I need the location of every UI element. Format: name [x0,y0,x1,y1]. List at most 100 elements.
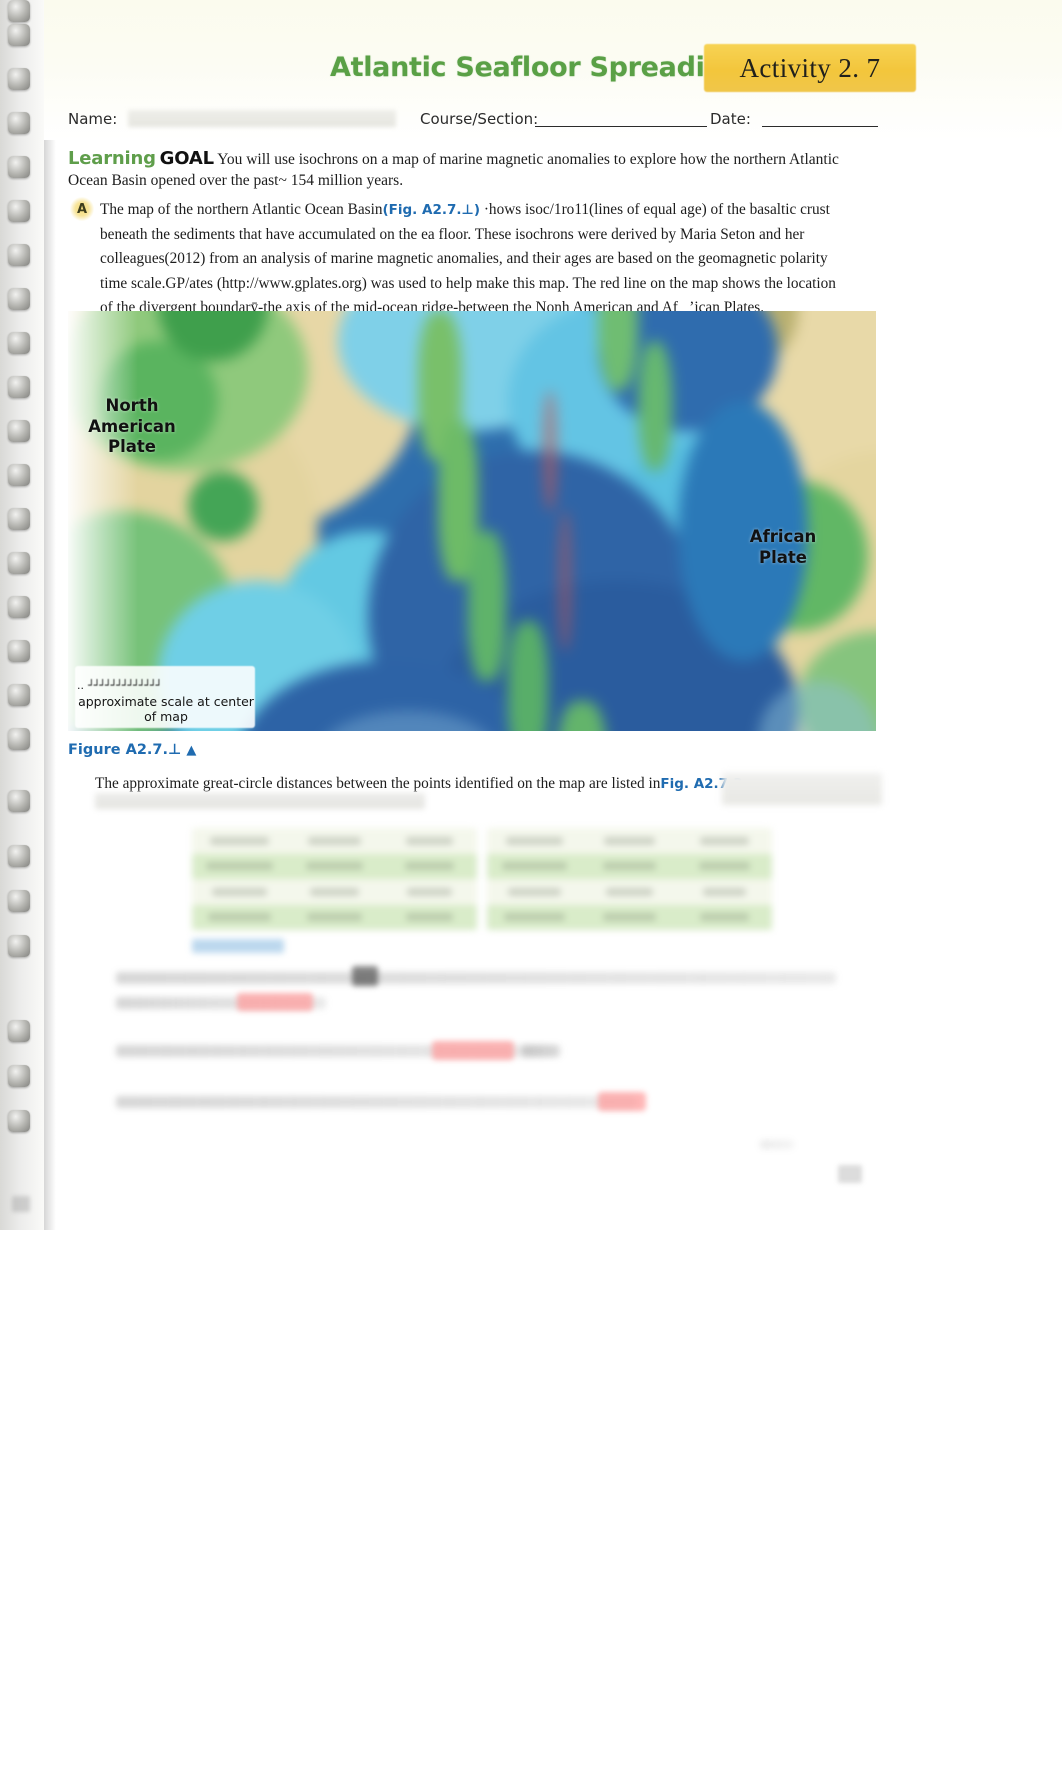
item-a-paragraph: The map of the northern Atlantic Ocean B… [100,198,845,321]
binder-ring [8,1110,30,1132]
binder-ring [8,288,30,310]
figure-reference-link[interactable]: (Fig. A2.7.⊥) [382,202,480,218]
table-cell [287,828,382,854]
binder-ring [8,508,30,530]
binder-ring [8,24,30,46]
item-a-text-body: ·hows isoc/1ro11(lines of equal age) of … [100,201,836,316]
question-text-redacted [116,1096,636,1108]
table-cell [192,854,287,880]
course-section-label: Course/Section: [420,110,539,128]
name-input[interactable] [128,110,396,127]
table-cell [382,854,477,880]
redacted-text-block [95,793,425,809]
table-row [192,853,477,880]
binder-ring [8,0,30,22]
table-cell [487,879,582,905]
scan-artifact-mark [12,1196,30,1212]
answer-highlight-pink [598,1092,646,1111]
binder-ring [8,200,30,222]
table-cell [192,879,287,905]
table-cell [582,879,677,905]
question-text-redacted [116,997,326,1009]
page-number-mark [838,1165,862,1183]
table-cell [677,905,772,931]
table-caption-redacted [192,939,284,953]
distance-table-right [487,828,772,930]
answer-highlight-pink [432,1041,514,1060]
table-cell [287,905,382,931]
table-row [192,828,477,854]
binder-ring [8,935,30,957]
map-label-north-american-plate: North American Plate [88,396,176,456]
figure-caption: Figure A2.7.⊥ ▲ [68,742,196,758]
date-input[interactable] [762,126,878,127]
table-cell [382,905,477,931]
table-cell [287,854,382,880]
table-row [487,828,772,854]
binder-ring [8,1065,30,1087]
table-cell [582,854,677,880]
answer-highlight-pink [237,993,313,1011]
item-a-badge: A [70,197,94,221]
binder-ring [8,68,30,90]
activity-badge-label: Activity 2. 7 [739,52,881,83]
binder-ring [8,552,30,574]
question-text-redacted [116,972,836,984]
question-text-redacted [522,1045,558,1057]
table-cell [487,905,582,931]
table-cell [582,828,677,854]
map-scale-ticks: ┘┘┘┘┘┘┘┘┘┘┘┘┘ [88,679,162,692]
great-circle-text: The approximate great-circle distances b… [95,775,661,792]
table-cell [192,828,287,854]
binder-edge-strip [0,0,44,1230]
table-cell [382,828,477,854]
table-cell [677,879,772,905]
item-a-text-lead: The map of the northern Atlantic Ocean B… [100,201,383,218]
triangle-up-icon: ▲ [186,743,197,758]
map-scale-caption: approximate scale at center of map [78,694,254,724]
table-cell [382,879,477,905]
redacted-text-block [722,773,882,805]
distance-table-left [192,828,477,930]
map-label-african-plate: African Plate [749,527,817,567]
table-cell [487,854,582,880]
binder-ring [8,112,30,134]
page-title: Atlantic Seafloor Spreading [330,52,743,83]
binder-ring [8,420,30,442]
table-cell [582,905,677,931]
table-cell [487,828,582,854]
binder-ring [8,640,30,662]
binder-ring [8,845,30,867]
page-artifact [760,1140,794,1149]
binder-ring [8,728,30,750]
binder-ring [8,1020,30,1042]
figure-caption-label: Figure A2.7.⊥ [68,742,182,758]
table-cell [677,854,772,880]
table-row [487,904,772,931]
table-cell [192,905,287,931]
binder-ring [8,156,30,178]
binder-ring [8,376,30,398]
page-edge-shadow [44,0,56,1230]
binder-ring [8,244,30,266]
table-row [192,904,477,931]
name-label: Name: [68,110,118,128]
learning-goal-heading-learning: Learning [68,148,156,169]
worksheet-page: Atlantic Seafloor Spreading Activity 2. … [0,0,1062,1784]
table-cell [287,879,382,905]
binder-ring [8,596,30,618]
table-row [487,853,772,880]
table-cell [677,828,772,854]
course-section-input[interactable] [535,126,707,127]
question-text-redacted [116,1045,561,1057]
question-marker [352,966,378,986]
binder-ring [8,790,30,812]
table-row [192,879,477,905]
binder-ring [8,332,30,354]
binder-ring [8,890,30,912]
table-row [487,879,772,905]
binder-ring [8,684,30,706]
learning-goal-block: Learning GOAL You will use isochrons on … [68,148,880,191]
binder-ring [8,464,30,486]
date-label: Date: [710,110,751,128]
